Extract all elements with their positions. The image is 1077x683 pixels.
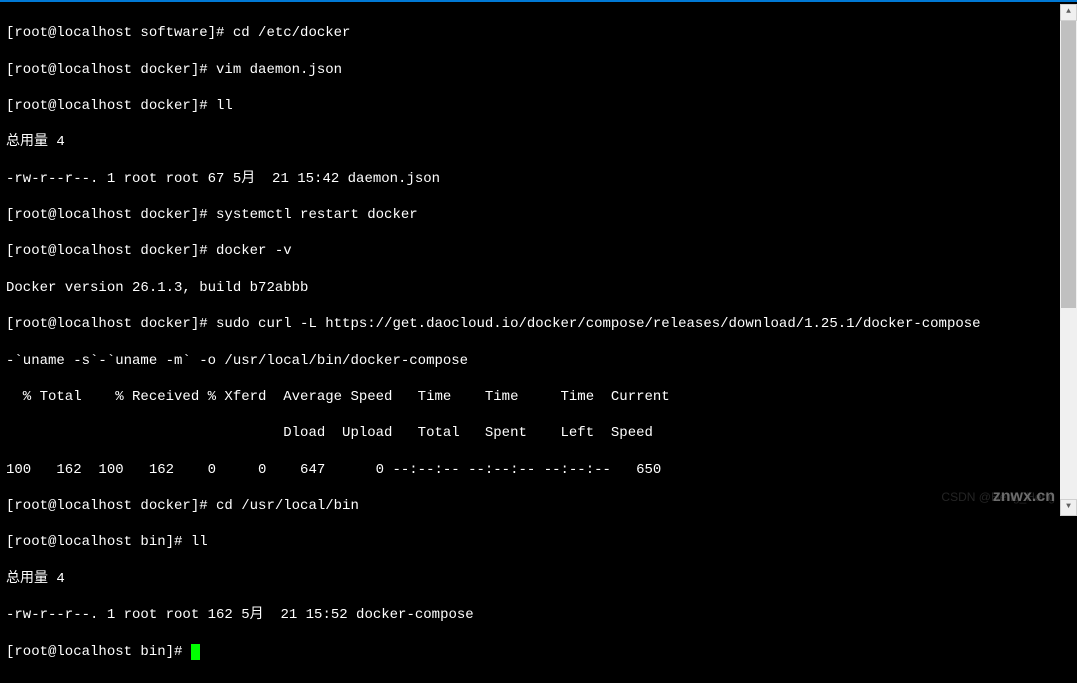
terminal-line: Docker version 26.1.3, build b72abbb	[6, 279, 1071, 297]
vertical-scrollbar[interactable]: ▲ ▼	[1060, 4, 1077, 516]
terminal-prompt: [root@localhost bin]#	[6, 644, 191, 660]
terminal-line: Dload Upload Total Spent Left Speed	[6, 424, 1071, 442]
terminal-line: -rw-r--r--. 1 root root 162 5月 21 15:52 …	[6, 606, 1071, 624]
terminal-line: -rw-r--r--. 1 root root 67 5月 21 15:42 d…	[6, 170, 1071, 188]
watermark-znwx: znwx.cn	[993, 487, 1055, 508]
terminal-line: 总用量 4	[6, 133, 1071, 151]
terminal-line: 100 162 100 162 0 0 647 0 --:--:-- --:--…	[6, 461, 1071, 479]
terminal-prompt-line: [root@localhost bin]#	[6, 643, 1071, 661]
cursor-icon	[191, 644, 200, 660]
terminal-line: [root@localhost docker]# docker -v	[6, 242, 1071, 260]
scroll-down-button[interactable]: ▼	[1060, 499, 1077, 516]
terminal-line: % Total % Received % Xferd Average Speed…	[6, 388, 1071, 406]
terminal-line: [root@localhost docker]# cd /usr/local/b…	[6, 497, 1071, 515]
terminal-line: [root@localhost docker]# vim daemon.json	[6, 61, 1071, 79]
terminal-line: [root@localhost software]# cd /etc/docke…	[6, 24, 1071, 42]
terminal-line: 总用量 4	[6, 570, 1071, 588]
terminal-line: -`uname -s`-`uname -m` -o /usr/local/bin…	[6, 352, 1071, 370]
terminal-line: [root@localhost docker]# ll	[6, 97, 1071, 115]
terminal-line: [root@localhost docker]# sudo curl -L ht…	[6, 315, 1071, 333]
terminal-line: [root@localhost bin]# ll	[6, 533, 1071, 551]
terminal-output[interactable]: [root@localhost software]# cd /etc/docke…	[0, 2, 1077, 683]
scroll-track[interactable]	[1060, 21, 1077, 499]
scroll-thumb[interactable]	[1061, 21, 1076, 308]
scroll-up-button[interactable]: ▲	[1060, 4, 1077, 21]
terminal-line: [root@localhost docker]# systemctl resta…	[6, 206, 1071, 224]
